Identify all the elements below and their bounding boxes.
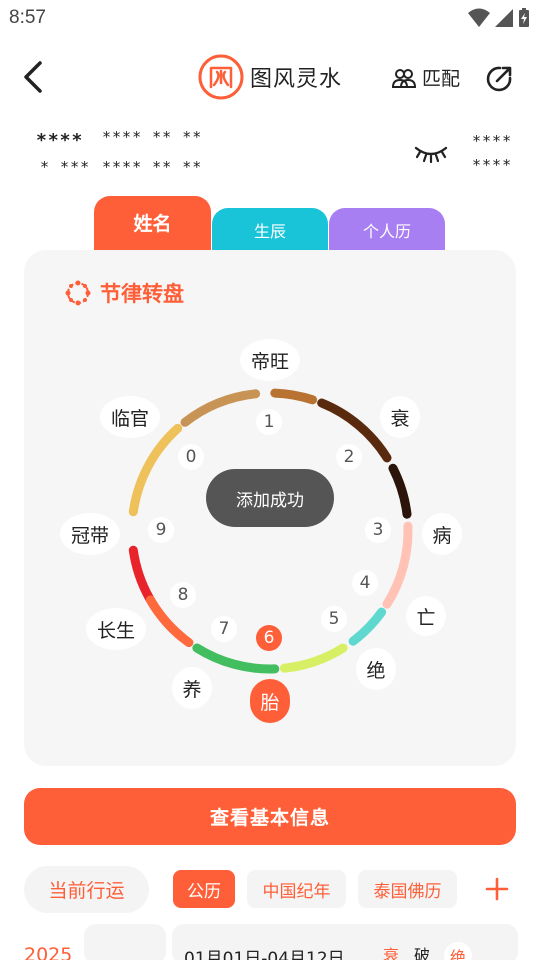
dial-segment — [388, 463, 412, 519]
view-basic-info-button[interactable]: 查看基本信息 — [24, 788, 516, 845]
dial-segment — [192, 643, 280, 674]
dial-number-2: 2 — [336, 444, 362, 470]
plus-icon[interactable] — [484, 876, 510, 902]
dial-number-text: 6 — [263, 628, 275, 648]
fortune-tag-1: 衰 — [383, 946, 400, 960]
stage-tai[interactable]: 胎 — [250, 679, 290, 723]
stage-diwang[interactable]: 帝旺 — [240, 339, 300, 381]
fortune-year: 2025 — [24, 944, 73, 960]
stage-shuai[interactable]: 衰 — [380, 396, 420, 438]
dial-segment — [382, 521, 413, 609]
stage-label: 衰 — [390, 407, 410, 430]
fortune-cell-empty — [84, 924, 166, 960]
dial-number-text: 5 — [328, 609, 340, 629]
dial-segment — [348, 607, 387, 646]
dial-number-text: 7 — [218, 619, 230, 639]
dial-segment — [180, 389, 261, 427]
stage-label: 亡 — [416, 606, 436, 629]
current-fortune-label: 当前行运 — [24, 866, 149, 913]
dial-number-1: 1 — [256, 409, 282, 435]
stage-label: 冠带 — [70, 524, 109, 547]
toast-message: 添加成功 — [206, 469, 334, 527]
dial-number-6: 6 — [256, 625, 282, 651]
dial-segment — [270, 388, 318, 405]
dial-number-text: 1 — [263, 412, 275, 432]
dial-number-5: 5 — [321, 606, 347, 632]
fortune-row: 2025 01月01日-04月12日 衰 破 绝 — [0, 924, 540, 960]
stage-label: 胎 — [260, 691, 280, 714]
dial-segment — [279, 643, 348, 673]
stage-yang[interactable]: 养 — [172, 667, 212, 709]
dial-number-text: 9 — [155, 520, 167, 540]
dial-number-text: 2 — [343, 447, 355, 467]
dial-number-3: 3 — [365, 517, 391, 543]
dial-segment — [128, 423, 183, 517]
stage-bing[interactable]: 病 — [422, 513, 462, 555]
stage-label: 病 — [432, 524, 452, 547]
stage-label: 长生 — [96, 619, 135, 642]
dial-number-text: 4 — [359, 573, 371, 593]
dial-number-text: 0 — [185, 447, 197, 467]
stage-guandai[interactable]: 冠带 — [60, 513, 120, 555]
calendar-option-thai-buddhist[interactable]: 泰国佛历 — [358, 870, 457, 908]
stage-label: 临官 — [110, 407, 149, 430]
calendar-option-gregorian[interactable]: 公历 — [173, 870, 235, 908]
dial-number-0: 0 — [178, 444, 204, 470]
dial-number-7: 7 — [211, 616, 237, 642]
fortune-range-text: 01月01日-04月12日 — [184, 949, 345, 960]
stage-wang[interactable]: 亡 — [406, 596, 446, 636]
stage-label: 帝旺 — [250, 350, 289, 373]
dial-number-text: 3 — [372, 520, 384, 540]
stage-label: 养 — [182, 678, 202, 701]
stage-label: 绝 — [366, 659, 386, 682]
dial-number-text: 8 — [177, 585, 189, 605]
dial-number-4: 4 — [352, 570, 378, 596]
dial-number-9: 9 — [148, 517, 174, 543]
dial-number-8: 8 — [170, 582, 196, 608]
calendar-option-chinese-era[interactable]: 中国纪年 — [247, 870, 346, 908]
fortune-tag-2: 破 — [414, 946, 431, 960]
stage-changsheng[interactable]: 长生 — [86, 608, 146, 650]
calendar-selector-row: 当前行运 公历 中国纪年 泰国佛历 — [0, 864, 540, 914]
stage-jue[interactable]: 绝 — [356, 648, 396, 690]
stage-linguan[interactable]: 临官 — [100, 396, 160, 438]
